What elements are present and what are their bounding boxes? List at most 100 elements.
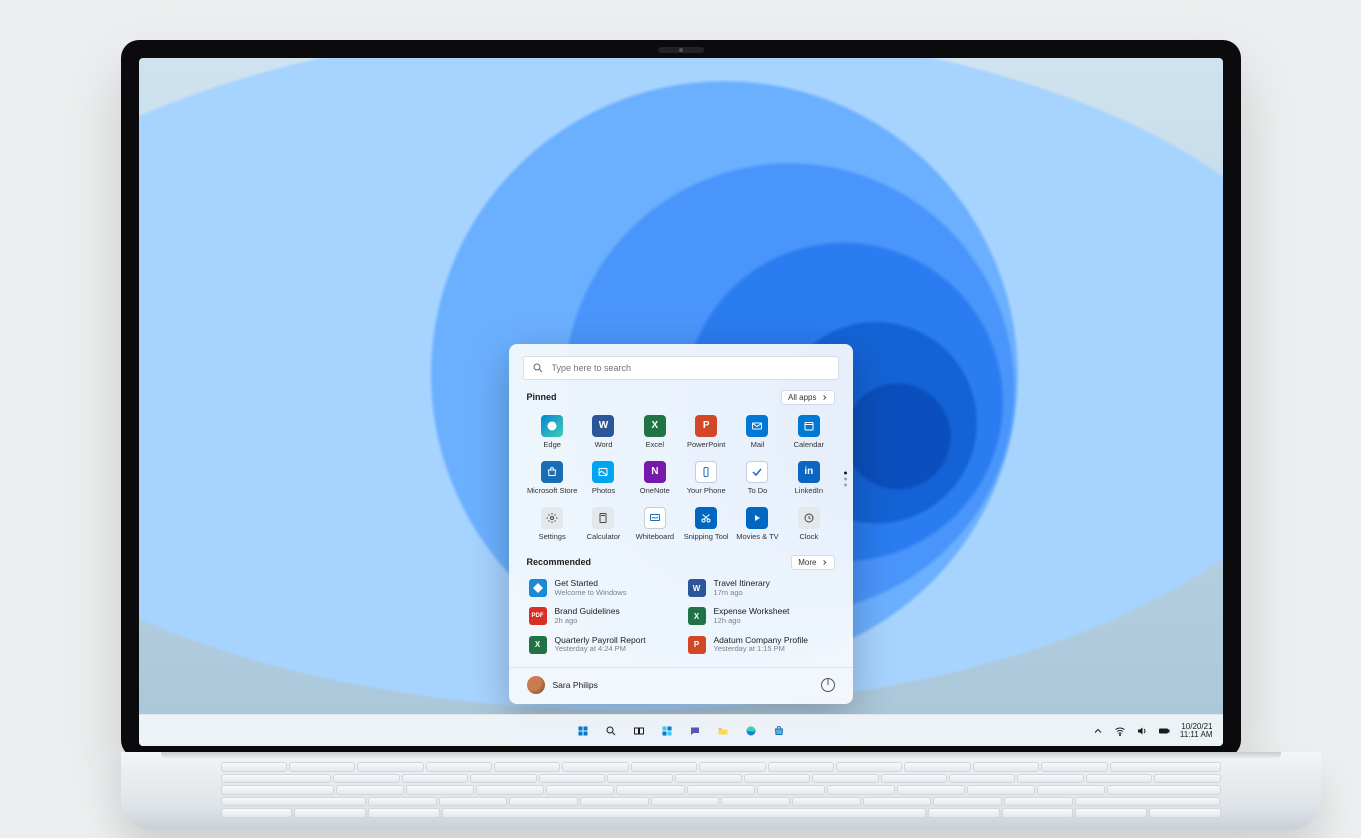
recommended-item-adatum-profile[interactable]: P Adatum Company ProfileYesterday at 1:1… <box>686 633 835 657</box>
start-search-box[interactable] <box>523 356 839 380</box>
pinned-heading: Pinned <box>527 392 557 402</box>
app-label: Settings <box>539 532 566 541</box>
app-label: Movies & TV <box>736 532 778 541</box>
pinned-app-photos[interactable]: Photos <box>578 457 629 501</box>
pinned-app-your-phone[interactable]: Your Phone <box>680 457 731 501</box>
taskbar-task-view-button[interactable] <box>628 720 650 742</box>
get-started-icon <box>529 579 547 597</box>
rec-subtitle: Yesterday at 1:15 PM <box>714 645 809 654</box>
pinned-app-store[interactable]: Microsoft Store <box>527 457 578 501</box>
wifi-icon[interactable] <box>1114 725 1126 737</box>
phone-icon <box>695 461 717 483</box>
more-label: More <box>798 558 816 567</box>
taskbar-clock[interactable]: 10/20/21 11:11 AM <box>1180 723 1213 739</box>
app-label: Edge <box>543 440 561 449</box>
app-label: Mail <box>751 440 765 449</box>
pinned-page-indicator[interactable] <box>844 471 847 486</box>
pinned-app-snipping-tool[interactable]: Snipping Tool <box>680 503 731 547</box>
recommended-item-brand-guidelines[interactable]: PDF Brand Guidelines2h ago <box>527 604 676 628</box>
tray-chevron-up-icon[interactable] <box>1092 725 1104 737</box>
pinned-app-calculator[interactable]: Calculator <box>578 503 629 547</box>
start-menu: Pinned All apps Edge W Word XExcel P Power… <box>509 344 853 704</box>
battery-icon[interactable] <box>1158 725 1170 737</box>
taskbar-edge-button[interactable] <box>740 720 762 742</box>
pinned-app-onenote[interactable]: NOneNote <box>629 457 680 501</box>
pdf-icon: PDF <box>529 607 547 625</box>
app-label: To Do <box>748 486 768 495</box>
app-label: Calendar <box>794 440 824 449</box>
calendar-icon <box>798 415 820 437</box>
word-doc-icon: W <box>688 579 706 597</box>
keyboard <box>221 762 1221 818</box>
excel-doc-icon: X <box>529 636 547 654</box>
search-icon <box>605 725 617 737</box>
pinned-app-todo[interactable]: To Do <box>732 457 783 501</box>
taskbar-widgets-button[interactable] <box>656 720 678 742</box>
pinned-app-calendar[interactable]: Calendar <box>783 411 834 455</box>
all-apps-label: All apps <box>788 393 816 402</box>
powerpoint-icon: P <box>695 415 717 437</box>
snipping-tool-icon <box>695 507 717 529</box>
app-label: Your Phone <box>687 486 726 495</box>
all-apps-button[interactable]: All apps <box>781 390 834 405</box>
folder-icon <box>717 725 729 737</box>
taskbar-chat-button[interactable] <box>684 720 706 742</box>
pinned-app-powerpoint[interactable]: P PowerPoint <box>680 411 731 455</box>
pinned-app-edge[interactable]: Edge <box>527 411 578 455</box>
app-label: Photos <box>592 486 615 495</box>
recommended-item-payroll-report[interactable]: X Quarterly Payroll ReportYesterday at 4… <box>527 633 676 657</box>
widgets-icon <box>661 725 673 737</box>
user-avatar-icon <box>527 676 545 694</box>
calculator-icon <box>592 507 614 529</box>
volume-icon[interactable] <box>1136 725 1148 737</box>
pinned-grid: Edge W Word XExcel P PowerPoint Mail Calen… <box>527 411 835 547</box>
excel-icon: X <box>644 415 666 437</box>
tray-time: 11:11 AM <box>1180 731 1213 739</box>
recommended-heading: Recommended <box>527 557 592 567</box>
linkedin-icon: in <box>798 461 820 483</box>
windows-logo-icon <box>577 725 589 737</box>
recommended-item-get-started[interactable]: Get StartedWelcome to Windows <box>527 576 676 600</box>
onenote-icon: N <box>644 461 666 483</box>
excel-doc-icon: X <box>688 607 706 625</box>
taskbar-search-button[interactable] <box>600 720 622 742</box>
recommended-item-expense-worksheet[interactable]: X Expense Worksheet12h ago <box>686 604 835 628</box>
rec-subtitle: Yesterday at 4:24 PM <box>555 645 646 654</box>
taskbar-center <box>572 720 790 742</box>
chat-icon <box>689 725 701 737</box>
recommended-item-travel-itinerary[interactable]: W Travel Itinerary17m ago <box>686 576 835 600</box>
app-label: Whiteboard <box>636 532 674 541</box>
pinned-app-whiteboard[interactable]: Whiteboard <box>629 503 680 547</box>
store-icon <box>541 461 563 483</box>
pinned-app-word[interactable]: W Word <box>578 411 629 455</box>
pinned-app-clock[interactable]: Clock <box>783 503 834 547</box>
taskbar-store-button[interactable] <box>768 720 790 742</box>
pinned-app-mail[interactable]: Mail <box>732 411 783 455</box>
rec-subtitle: Welcome to Windows <box>555 589 627 598</box>
word-icon: W <box>592 415 614 437</box>
app-label: Microsoft Store <box>527 486 577 495</box>
pinned-app-movies-tv[interactable]: Movies & TV <box>732 503 783 547</box>
pinned-app-excel[interactable]: XExcel <box>629 411 680 455</box>
pinned-app-settings[interactable]: Settings <box>527 503 578 547</box>
desktop-wallpaper[interactable]: Pinned All apps Edge W Word XExcel P Power… <box>139 58 1223 746</box>
taskbar-start-button[interactable] <box>572 720 594 742</box>
app-label: LinkedIn <box>795 486 823 495</box>
app-label: Word <box>595 440 613 449</box>
taskbar-file-explorer-button[interactable] <box>712 720 734 742</box>
movies-tv-icon <box>746 507 768 529</box>
more-button[interactable]: More <box>791 555 834 570</box>
user-account-button[interactable]: Sara Philips <box>527 676 598 694</box>
recommended-list: Get StartedWelcome to Windows W Travel I… <box>527 576 835 657</box>
laptop-hinge <box>161 752 1281 758</box>
chevron-right-icon <box>821 559 828 566</box>
app-label: Clock <box>799 532 818 541</box>
power-button[interactable] <box>821 678 835 692</box>
start-search-input[interactable] <box>550 362 830 374</box>
photos-icon <box>592 461 614 483</box>
pinned-app-linkedin[interactable]: in LinkedIn <box>783 457 834 501</box>
laptop-keyboard-deck <box>121 752 1321 830</box>
store-icon <box>773 725 785 737</box>
app-label: PowerPoint <box>687 440 725 449</box>
todo-icon <box>746 461 768 483</box>
